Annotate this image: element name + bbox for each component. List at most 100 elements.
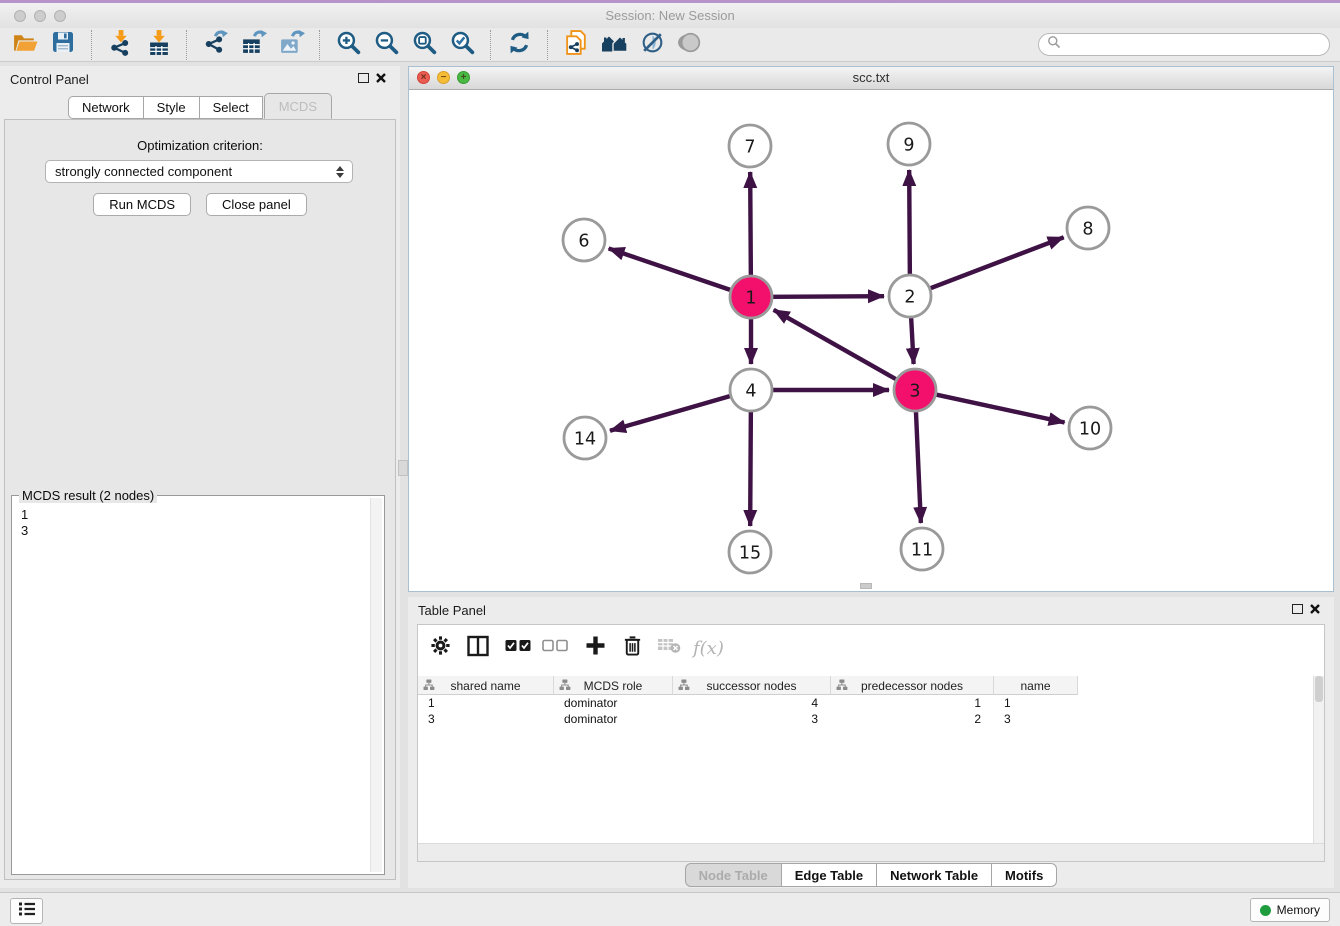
import-network-button[interactable] (104, 30, 136, 60)
graph-edge-3-11[interactable] (916, 412, 921, 523)
table-tab-motifs[interactable]: Motifs (992, 863, 1057, 887)
main-toolbar (0, 28, 1340, 62)
mcds-result-list[interactable]: 13 (14, 505, 370, 872)
graph-node-6[interactable]: 6 (563, 219, 605, 261)
column-header-shared-name[interactable]: shared name (418, 676, 554, 695)
mcds-result-scrollbar[interactable] (370, 498, 382, 872)
column-header-label: name (994, 679, 1077, 693)
close-panel-icon[interactable] (375, 71, 388, 84)
search-input[interactable] (1061, 35, 1329, 55)
graph-node-14[interactable]: 14 (564, 417, 606, 459)
delete-table-button[interactable] (657, 633, 681, 663)
open-session-button[interactable] (9, 30, 41, 60)
zoom-out-button[interactable] (370, 30, 402, 60)
export-image-button[interactable] (275, 30, 307, 60)
graph-edge-4-15[interactable] (750, 412, 751, 526)
deselect-all-button[interactable] (542, 633, 568, 663)
graph-node-2[interactable]: 2 (889, 275, 931, 317)
table-scrollbar[interactable] (1313, 676, 1324, 844)
table-settings-button[interactable] (430, 633, 451, 663)
table-tab-edge-table[interactable]: Edge Table (782, 863, 877, 887)
column-header-mcds-role[interactable]: MCDS role (554, 676, 673, 695)
column-layout-button[interactable] (467, 633, 489, 663)
graph-edge-4-14[interactable] (610, 396, 730, 431)
export-table-button[interactable] (237, 30, 269, 60)
home-button[interactable] (598, 30, 630, 60)
table-cell[interactable]: 3 (673, 711, 831, 727)
run-mcds-button[interactable]: Run MCDS (93, 193, 191, 216)
add-column-button[interactable] (585, 633, 606, 663)
graph-edge-2-9[interactable] (909, 170, 910, 274)
graph-node-15[interactable]: 15 (729, 531, 771, 573)
network-close-button[interactable]: × (417, 71, 430, 84)
table-row[interactable]: 1dominator411 (418, 695, 1314, 711)
table-scrollbar-thumb[interactable] (1315, 676, 1323, 702)
tab-select[interactable]: Select (200, 96, 263, 119)
zoom-selected-button[interactable] (446, 30, 478, 60)
table-cell[interactable]: 3 (418, 711, 554, 727)
hide-selected-button[interactable] (636, 30, 668, 60)
float-table-panel-icon[interactable] (1292, 604, 1303, 614)
select-all-button[interactable] (505, 633, 531, 663)
network-minimize-button[interactable]: − (437, 71, 450, 84)
table-cell[interactable]: 2 (831, 711, 994, 727)
clone-network-button[interactable] (560, 30, 592, 60)
graph-node-1[interactable]: 1 (730, 276, 772, 318)
export-network-button[interactable] (199, 30, 231, 60)
vertical-divider-grip[interactable] (398, 460, 408, 476)
split-divider-grip[interactable] (860, 583, 872, 589)
network-maximize-button[interactable]: + (457, 71, 470, 84)
zoom-in-button[interactable] (332, 30, 364, 60)
column-header-predecessor-nodes[interactable]: predecessor nodes (831, 676, 994, 695)
criterion-select[interactable]: strongly connected component (45, 160, 353, 183)
table-cell[interactable]: dominator (554, 695, 673, 711)
close-table-panel-icon[interactable] (1309, 602, 1322, 615)
graph-edge-1-6[interactable] (609, 248, 731, 289)
task-history-button[interactable] (10, 898, 43, 924)
table-cell[interactable]: 1 (831, 695, 994, 711)
column-header-successor-nodes[interactable]: successor nodes (673, 676, 831, 695)
tab-mcds[interactable]: MCDS (264, 93, 332, 119)
tab-style[interactable]: Style (144, 96, 200, 119)
graph-edge-2-8[interactable] (931, 237, 1064, 288)
memory-button[interactable]: Memory (1250, 898, 1330, 922)
import-table-button[interactable] (142, 30, 174, 60)
table-cell[interactable]: dominator (554, 711, 673, 727)
node-table[interactable]: shared nameMCDS rolesuccessor nodesprede… (418, 676, 1314, 844)
graph-node-4[interactable]: 4 (730, 369, 772, 411)
float-panel-icon[interactable] (358, 73, 369, 83)
graph-edge-2-3[interactable] (911, 318, 913, 364)
show-all-button[interactable] (674, 30, 706, 60)
search-field[interactable] (1038, 33, 1330, 56)
graph-node-9[interactable]: 9 (888, 123, 930, 165)
graph-node-10[interactable]: 10 (1069, 407, 1111, 449)
save-session-button[interactable] (47, 30, 79, 60)
close-panel-button[interactable]: Close panel (206, 193, 307, 216)
zoom-fit-button[interactable] (408, 30, 440, 60)
network-graph[interactable]: 1 2 3 4 6 7 8 9 10 11 14 15 (409, 89, 1333, 591)
table-cell[interactable]: 1 (994, 695, 1078, 711)
network-canvas[interactable]: 1 2 3 4 6 7 8 9 10 11 14 15 (409, 89, 1333, 591)
table-toolbar: f(x) (418, 625, 1324, 671)
graph-edge-3-10[interactable] (936, 395, 1064, 423)
graph-node-3[interactable]: 3 (894, 369, 936, 411)
refresh-button[interactable] (503, 30, 535, 60)
column-header-name[interactable]: name (994, 676, 1078, 695)
table-cell[interactable]: 1 (418, 695, 554, 711)
table-tab-network-table[interactable]: Network Table (877, 863, 992, 887)
network-window-titlebar[interactable]: × − + scc.txt (409, 67, 1333, 90)
table-cell[interactable]: 3 (994, 711, 1078, 727)
graph-edge-1-2[interactable] (773, 296, 884, 297)
table-row[interactable]: 3dominator323 (418, 711, 1314, 727)
tab-network[interactable]: Network (68, 96, 144, 119)
graph-node-8[interactable]: 8 (1067, 207, 1109, 249)
graph-edge-3-1[interactable] (774, 310, 896, 379)
zoom-in-icon (335, 29, 362, 61)
table-cell[interactable]: 4 (673, 695, 831, 711)
function-builder-button[interactable]: f(x) (693, 633, 724, 663)
graph-node-11[interactable]: 11 (901, 528, 943, 570)
graph-node-7[interactable]: 7 (729, 125, 771, 167)
graph-edge-1-7[interactable] (750, 172, 751, 275)
table-tab-node-table[interactable]: Node Table (685, 863, 782, 887)
delete-column-button[interactable] (623, 633, 642, 663)
